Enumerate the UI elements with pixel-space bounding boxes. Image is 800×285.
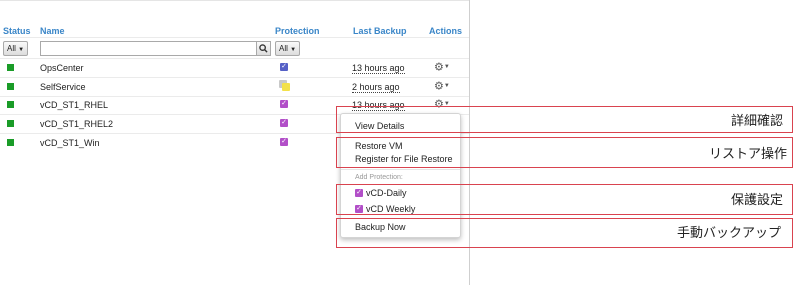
header-actions: Actions [429, 26, 463, 36]
annotation-label-details: 詳細確認 [731, 113, 784, 128]
row-divider [0, 77, 469, 78]
vm-name[interactable]: OpsCenter [40, 63, 84, 73]
protection-filter-dropdown[interactable]: All ▼ [275, 41, 301, 56]
search-icon [259, 44, 268, 53]
header-protection[interactable]: Protection [275, 26, 320, 36]
actions-gear-button[interactable]: ⚙▼ [434, 62, 450, 73]
policy-check-icon[interactable]: ✓ [280, 138, 288, 146]
vm-name[interactable]: vCD_ST1_RHEL2 [40, 119, 113, 129]
header-last-backup[interactable]: Last Backup [353, 26, 407, 36]
status-filter-dropdown[interactable]: All ▼ [3, 41, 29, 56]
gear-icon: ⚙ [434, 80, 444, 93]
annotation-box-details [336, 106, 793, 133]
annotation-label-restore: リストア操作 [709, 146, 788, 161]
menu-divider [341, 169, 460, 170]
filter-divider [0, 58, 469, 59]
add-protection-label: Add Protection: [355, 174, 403, 181]
vm-name[interactable]: vCD_ST1_RHEL [40, 100, 108, 110]
header-name[interactable]: Name [40, 26, 65, 36]
status-ok-icon [7, 120, 14, 127]
vm-name[interactable]: SelfService [40, 82, 86, 92]
policy-check-icon[interactable]: ✓ [280, 119, 288, 127]
annotation-label-backup: 手動バックアップ [677, 225, 782, 240]
status-filter-value: All [7, 44, 16, 53]
status-ok-icon [7, 83, 14, 90]
status-ok-icon [7, 101, 14, 108]
last-backup-time[interactable]: 13 hours ago [352, 63, 405, 74]
partial-protection-icon[interactable] [279, 80, 291, 92]
annotation-label-protection: 保護設定 [731, 192, 784, 207]
search-button[interactable] [256, 41, 271, 56]
header-divider [0, 37, 469, 38]
last-backup-time[interactable]: 2 hours ago [352, 82, 400, 93]
name-search-input[interactable] [40, 41, 257, 56]
vm-name[interactable]: vCD_ST1_Win [40, 138, 100, 148]
policy-check-icon[interactable]: ✓ [280, 63, 288, 71]
header-status[interactable]: Status [3, 26, 31, 36]
caret-down-icon: ▼ [18, 47, 25, 53]
status-ok-icon [7, 139, 14, 146]
caret-down-icon: ▼ [443, 64, 450, 70]
protection-filter-value: All [279, 44, 288, 53]
policy-check-icon[interactable]: ✓ [280, 100, 288, 108]
caret-down-icon: ▼ [290, 47, 297, 53]
actions-gear-button[interactable]: ⚙▼ [434, 81, 450, 92]
gear-icon: ⚙ [434, 61, 444, 74]
annotation-box-protection [336, 184, 793, 215]
status-ok-icon [7, 64, 14, 71]
row-divider [0, 96, 469, 97]
panel-top-border [0, 0, 469, 1]
caret-down-icon: ▼ [443, 83, 450, 89]
